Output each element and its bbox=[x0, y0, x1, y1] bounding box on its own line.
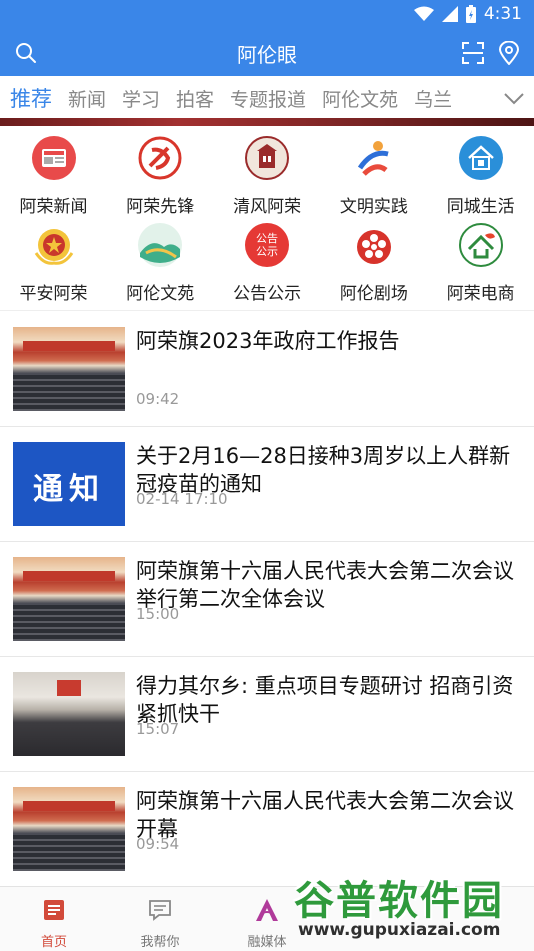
grid-item-3[interactable]: 文明实践 bbox=[320, 126, 427, 217]
tab-0[interactable]: 推荐 bbox=[10, 83, 52, 113]
grid-item-label: 阿伦剧场 bbox=[339, 284, 408, 304]
news-title[interactable]: 阿荣旗第十六届人民代表大会第二次会议举行第二次全体会议 bbox=[136, 557, 518, 613]
grid-item-5[interactable]: 平安阿荣 bbox=[0, 213, 107, 304]
tab-4[interactable]: 专题报道 bbox=[230, 85, 306, 112]
news-thumbnail bbox=[13, 557, 125, 641]
grid-item-9[interactable]: 阿荣电商 bbox=[427, 213, 534, 304]
nav-home-label: 首页 bbox=[40, 935, 67, 950]
grid-item-2[interactable]: 清风阿荣 bbox=[214, 126, 321, 217]
grid-item-1[interactable]: 阿荣先锋 bbox=[107, 126, 214, 217]
news-title[interactable]: 得力其尔乡: 重点项目专题研讨 招商引资紧抓快干 bbox=[136, 672, 518, 728]
news-time: 02-14 17:10 bbox=[136, 490, 228, 508]
film-reel-icon bbox=[352, 223, 396, 267]
house-icon bbox=[458, 136, 503, 180]
news-item[interactable]: 得力其尔乡: 重点项目专题研讨 招商引资紧抓快干 15:07 bbox=[0, 656, 534, 772]
news-thumbnail bbox=[13, 672, 125, 756]
chat-edit-icon bbox=[149, 900, 171, 921]
news-thumbnail bbox=[13, 787, 125, 871]
tab-3[interactable]: 拍客 bbox=[176, 85, 214, 112]
runner-logo-icon bbox=[352, 136, 396, 180]
banner-strip bbox=[0, 118, 534, 126]
party-emblem-icon bbox=[138, 136, 182, 180]
news-item[interactable]: 阿荣旗2023年政府工作报告 09:42 bbox=[0, 311, 534, 427]
notice-icon: 公告 公示 bbox=[245, 223, 290, 267]
svg-text:公告: 公告 bbox=[256, 232, 278, 245]
grid-item-label: 平安阿荣 bbox=[19, 284, 88, 304]
media-logo-icon bbox=[256, 899, 278, 921]
news-time: 15:07 bbox=[136, 720, 180, 738]
news-thumbnail: 通知 bbox=[13, 442, 125, 526]
news-time: 09:54 bbox=[136, 835, 180, 853]
nav-help[interactable]: 我帮你 bbox=[115, 897, 205, 950]
chevron-down-icon[interactable] bbox=[502, 86, 526, 110]
channel-tabs: 推荐 新闻 学习 拍客 专题报道 阿伦文苑 乌兰 bbox=[0, 76, 534, 120]
building-seal-icon bbox=[245, 136, 290, 180]
tab-1[interactable]: 新闻 bbox=[68, 85, 106, 112]
police-badge-icon bbox=[32, 223, 76, 267]
news-title[interactable]: 阿荣旗2023年政府工作报告 bbox=[136, 327, 518, 355]
location-icon[interactable] bbox=[498, 41, 520, 65]
news-icon bbox=[31, 136, 76, 180]
grid-item-4[interactable]: 同城生活 bbox=[427, 126, 534, 217]
clock: 4:31 bbox=[483, 4, 522, 24]
nav-help-label: 我帮你 bbox=[140, 935, 180, 950]
news-thumbnail bbox=[13, 327, 125, 411]
tab-5[interactable]: 阿伦文苑 bbox=[322, 85, 398, 112]
watermark-name: 谷普软件园 bbox=[294, 878, 504, 924]
tab-6[interactable]: 乌兰 bbox=[414, 85, 452, 112]
grid-item-7[interactable]: 公告 公示 公告公示 bbox=[214, 213, 321, 304]
nav-home[interactable]: 首页 bbox=[9, 897, 99, 950]
thumbnail-text: 通知 bbox=[33, 472, 105, 507]
wifi-icon bbox=[413, 6, 434, 21]
status-bar: 4:31 bbox=[0, 0, 534, 30]
page-title: 阿伦眼 bbox=[237, 43, 297, 67]
news-title[interactable]: 阿荣旗第十六届人民代表大会第二次会议开幕 bbox=[136, 787, 518, 843]
grid-item-8[interactable]: 阿伦剧场 bbox=[320, 213, 427, 304]
scan-icon[interactable] bbox=[462, 42, 484, 64]
grid-item-label: 公告公示 bbox=[233, 284, 302, 304]
leaf-home-icon bbox=[458, 223, 503, 267]
service-grid: 阿荣新闻 阿荣先锋 清风阿荣 文明实践 同城生活 平安阿荣 阿伦文苑 公告 公示 公告公示 阿伦剧场… bbox=[0, 126, 534, 310]
news-time: 09:42 bbox=[136, 390, 180, 408]
news-item[interactable]: 通知 关于2月16—28日接种3周岁以上人群新冠疫苗的通知 02-14 17:10 bbox=[0, 426, 534, 542]
battery-icon bbox=[465, 5, 476, 23]
svg-text:公示: 公示 bbox=[256, 245, 278, 258]
watermark: 谷普软件园 www.gupuxiazai.com bbox=[292, 868, 530, 946]
signal-icon bbox=[441, 6, 458, 22]
grid-item-label: 阿荣电商 bbox=[446, 284, 515, 304]
news-time: 15:00 bbox=[136, 605, 180, 623]
grid-item-label: 阿伦文苑 bbox=[126, 284, 195, 304]
watermark-url: www.gupuxiazai.com bbox=[298, 920, 501, 940]
app-header: 阿伦眼 bbox=[0, 30, 534, 76]
grid-item-6[interactable]: 阿伦文苑 bbox=[107, 213, 214, 304]
grid-item-0[interactable]: 阿荣新闻 bbox=[0, 126, 107, 217]
home-news-icon bbox=[44, 900, 64, 920]
news-item[interactable]: 阿荣旗第十六届人民代表大会第二次会议举行第二次全体会议 15:00 bbox=[0, 541, 534, 657]
landscape-icon bbox=[138, 223, 183, 267]
tab-2[interactable]: 学习 bbox=[122, 85, 160, 112]
